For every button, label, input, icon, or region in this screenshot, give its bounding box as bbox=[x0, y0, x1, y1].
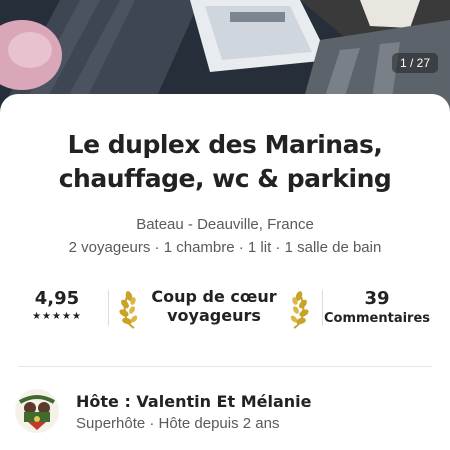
listing-title: Le duplex des Marinas, chauffage, wc & p… bbox=[20, 128, 430, 196]
guest-favorite-badge: Coup de cœur voyageurs bbox=[114, 286, 314, 334]
laurel-left-icon bbox=[119, 291, 138, 329]
listing-title-line2: chauffage, wc & parking bbox=[58, 164, 392, 193]
badge-label: Coup de cœur voyageurs bbox=[142, 287, 286, 325]
photo-counter: 1 / 27 bbox=[391, 53, 438, 73]
rating-stars: ★★★★★ bbox=[32, 311, 82, 322]
rating-value: 4,95 bbox=[34, 288, 80, 309]
host-name: Hôte : Valentin Et Mélanie bbox=[76, 392, 312, 411]
laurel-right-icon bbox=[290, 291, 309, 329]
reviews-label: Commentaires bbox=[323, 311, 431, 326]
listing-capacity-details: 2 voyageurs · 1 chambre · 1 lit · 1 sall… bbox=[68, 239, 382, 256]
rating-block: 4,95 ★★★★★ bbox=[18, 286, 96, 322]
listing-location: Bateau - Deauville, France bbox=[136, 216, 314, 233]
host-avatar-icon[interactable] bbox=[14, 388, 60, 434]
badge-label-line1: Coup de cœur bbox=[151, 287, 277, 306]
reviews-count: 39 bbox=[364, 288, 390, 309]
host-meta: Superhôte · Hôte depuis 2 ans bbox=[76, 415, 280, 432]
stats-row: 4,95 ★★★★★ Coup de cœur voyageurs 39 Com… bbox=[18, 286, 432, 336]
badge-label-line2: voyageurs bbox=[167, 306, 261, 325]
listing-title-line1: Le duplex des Marinas, bbox=[67, 130, 383, 159]
stats-divider bbox=[108, 290, 109, 326]
section-divider bbox=[18, 366, 432, 367]
reviews-link[interactable]: 39 Commentaires bbox=[322, 286, 432, 326]
